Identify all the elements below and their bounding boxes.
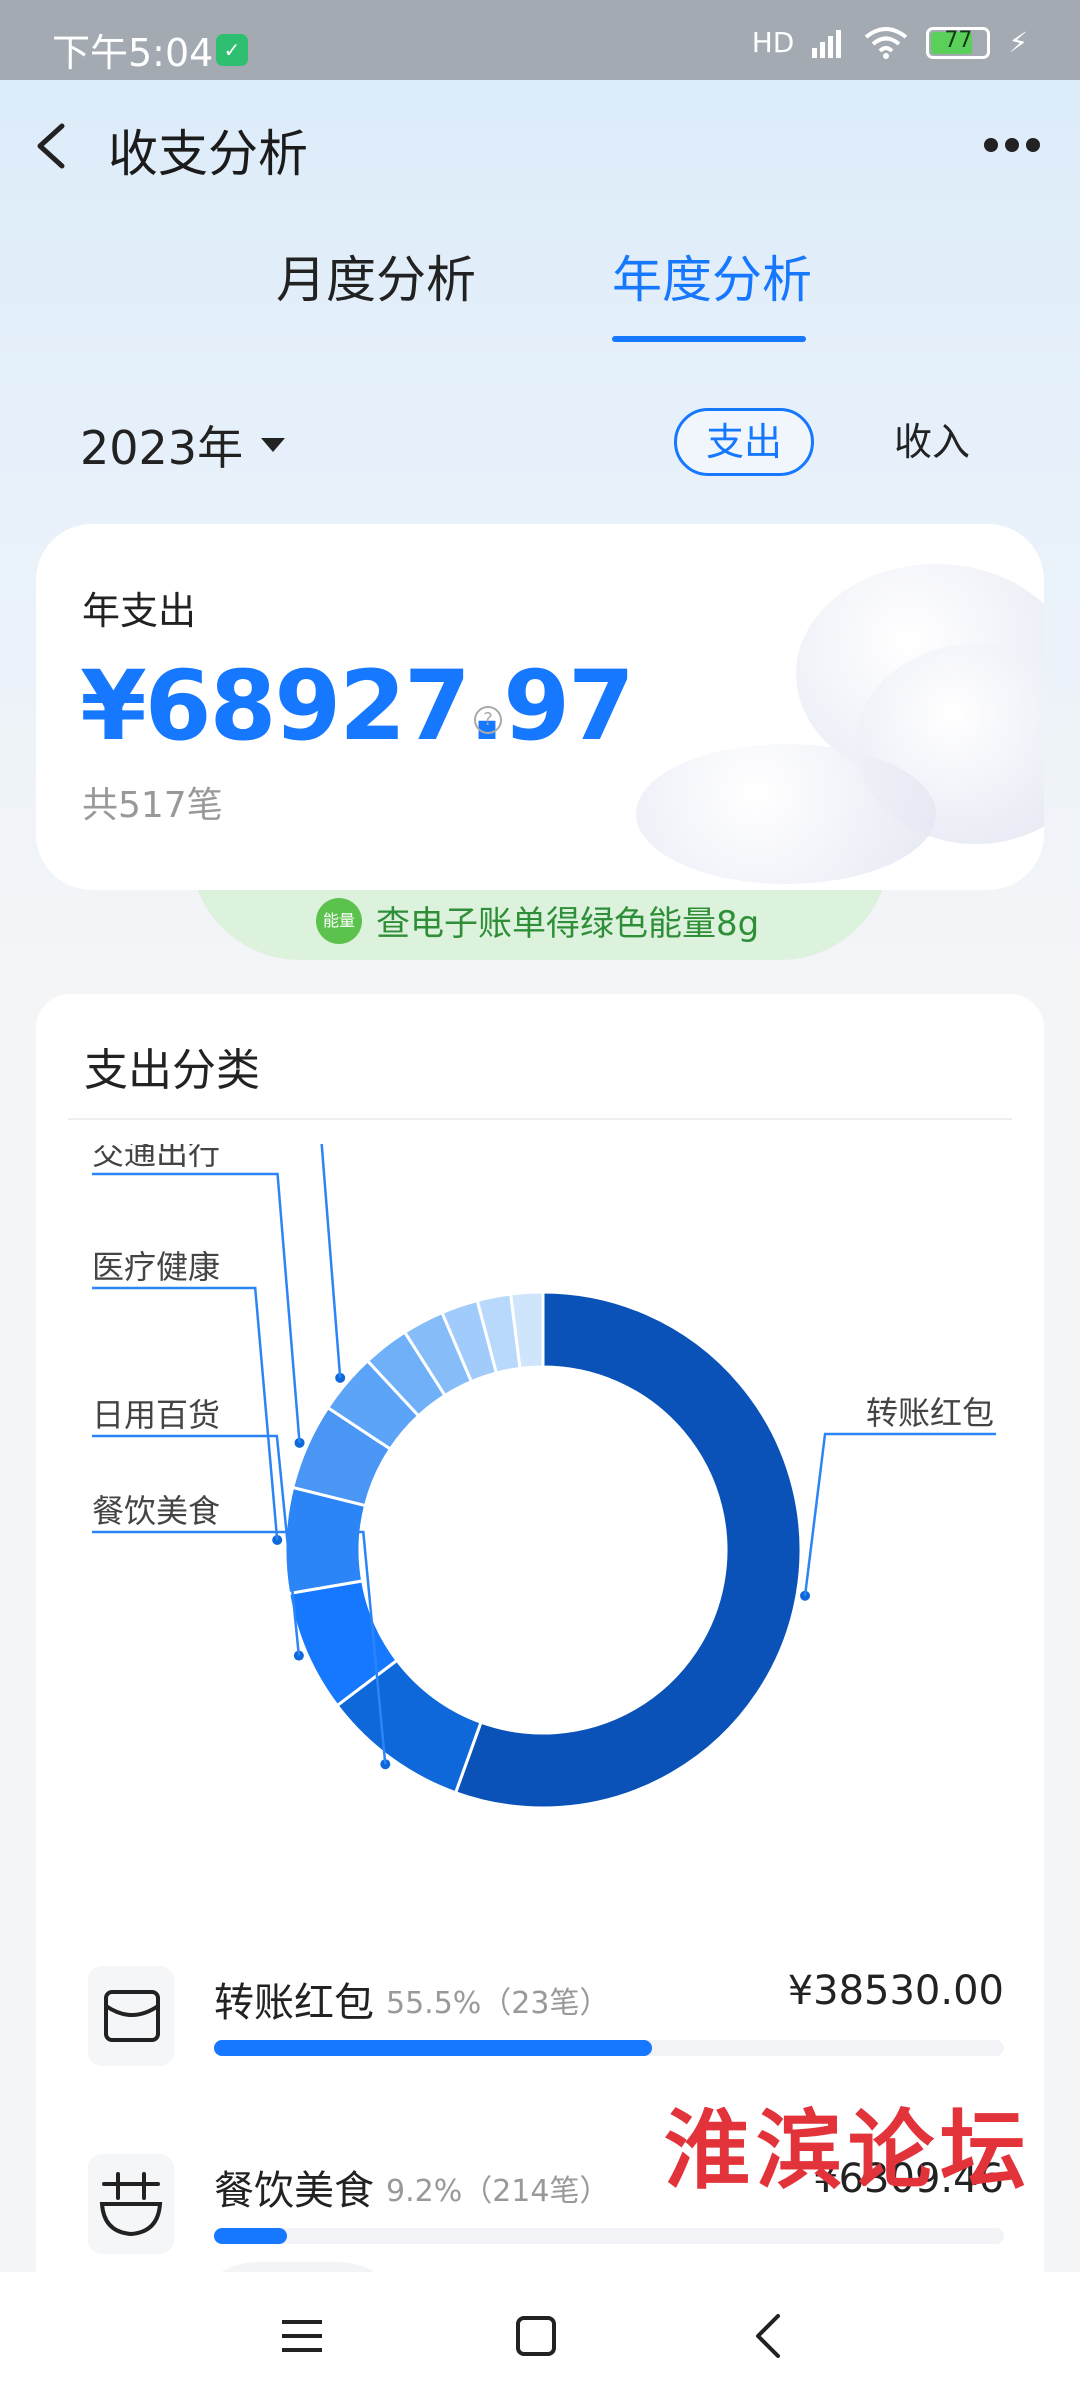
chart-label-transport: 交通出行 — [92, 1144, 220, 1172]
chart-label-daily: 日用百货 — [92, 1396, 220, 1434]
category-progress-bar — [214, 2040, 653, 2056]
help-icon[interactable]: ? — [474, 706, 502, 734]
status-icons: HD 77 ⚡ — [752, 26, 1028, 59]
annual-summary-card: 年支出 ¥68927.97 ? 共517笔 — [36, 524, 1044, 890]
category-icon-box — [88, 1966, 174, 2066]
status-bar: 下午5:04 ✓ HD 77 ⚡ — [0, 0, 1080, 80]
tab-yearly[interactable]: 年度分析 — [612, 240, 812, 312]
home-icon[interactable] — [514, 2314, 558, 2358]
signal-icon — [812, 29, 842, 58]
category-meta: 55.5%（23笔） — [386, 1986, 610, 2021]
annual-expense-label: 年支出 — [82, 589, 197, 633]
category-name: 转账红包 — [214, 1980, 374, 2026]
back-icon[interactable] — [752, 2312, 784, 2360]
year-selector[interactable]: 2023年 — [80, 412, 286, 478]
tab-monthly[interactable]: 月度分析 — [276, 240, 476, 312]
menu-icon[interactable] — [280, 2316, 324, 2356]
energy-banner-text[interactable]: 查电子账单得绿色能量8g — [376, 896, 759, 945]
annual-expense-amount: ¥68927.97 — [80, 650, 635, 762]
leader-line-transfer — [803, 1432, 996, 1596]
system-nav-bar — [0, 2272, 1080, 2400]
expense-toggle-button[interactable]: 支出 — [674, 408, 814, 476]
chart-label-transfer: 转账红包 — [866, 1394, 994, 1432]
top-nav: 收支分析 — [0, 80, 1080, 210]
more-options-icon[interactable] — [984, 138, 1040, 154]
wifi-icon — [865, 26, 908, 59]
shield-icon: ✓ — [216, 34, 248, 66]
leader-line-daily — [92, 1434, 301, 1656]
active-tab-indicator — [612, 336, 806, 342]
back-arrow-icon[interactable] — [32, 122, 72, 170]
network-label: HD — [751, 26, 795, 59]
energy-badge-icon: 能量 — [316, 898, 362, 944]
charging-icon: ⚡ — [1008, 26, 1028, 59]
forum-watermark: 淮滨论坛 — [664, 2100, 1032, 2201]
category-donut-chart[interactable]: 转账红包餐饮美食日用百货医疗健康交通出行酒店旅游 — [36, 1144, 1044, 1864]
wallet-icon — [104, 1990, 160, 2042]
battery-level: 77 — [944, 27, 973, 53]
income-toggle-button[interactable]: 收入 — [894, 408, 970, 476]
category-icon-box — [88, 2154, 174, 2254]
category-name: 餐饮美食 — [214, 2168, 374, 2214]
category-progress-track — [214, 2040, 1004, 2056]
chart-label-medical: 医疗健康 — [92, 1248, 220, 1286]
bowl-icon — [99, 2172, 163, 2237]
category-progress-track — [214, 2228, 1004, 2244]
category-section-title: 支出分类 — [84, 1045, 260, 1096]
status-time: 下午5:04 — [52, 31, 214, 75]
page-title: 收支分析 — [108, 125, 308, 183]
transaction-count: 共517笔 — [82, 785, 223, 826]
caret-down-icon — [261, 438, 286, 452]
category-meta: 9.2%（214笔） — [386, 2174, 610, 2209]
analysis-tabs: 月度分析 年度分析 — [0, 240, 1080, 350]
battery-icon: 77 — [926, 26, 991, 59]
chart-label-dining: 餐饮美食 — [92, 1492, 220, 1530]
cloud-decoration-3 — [636, 744, 936, 884]
category-progress-bar — [214, 2228, 287, 2244]
category-amount: ¥38530.00 — [787, 1968, 1004, 2014]
section-divider — [68, 1118, 1012, 1120]
year-label: 2023年 — [80, 421, 244, 475]
